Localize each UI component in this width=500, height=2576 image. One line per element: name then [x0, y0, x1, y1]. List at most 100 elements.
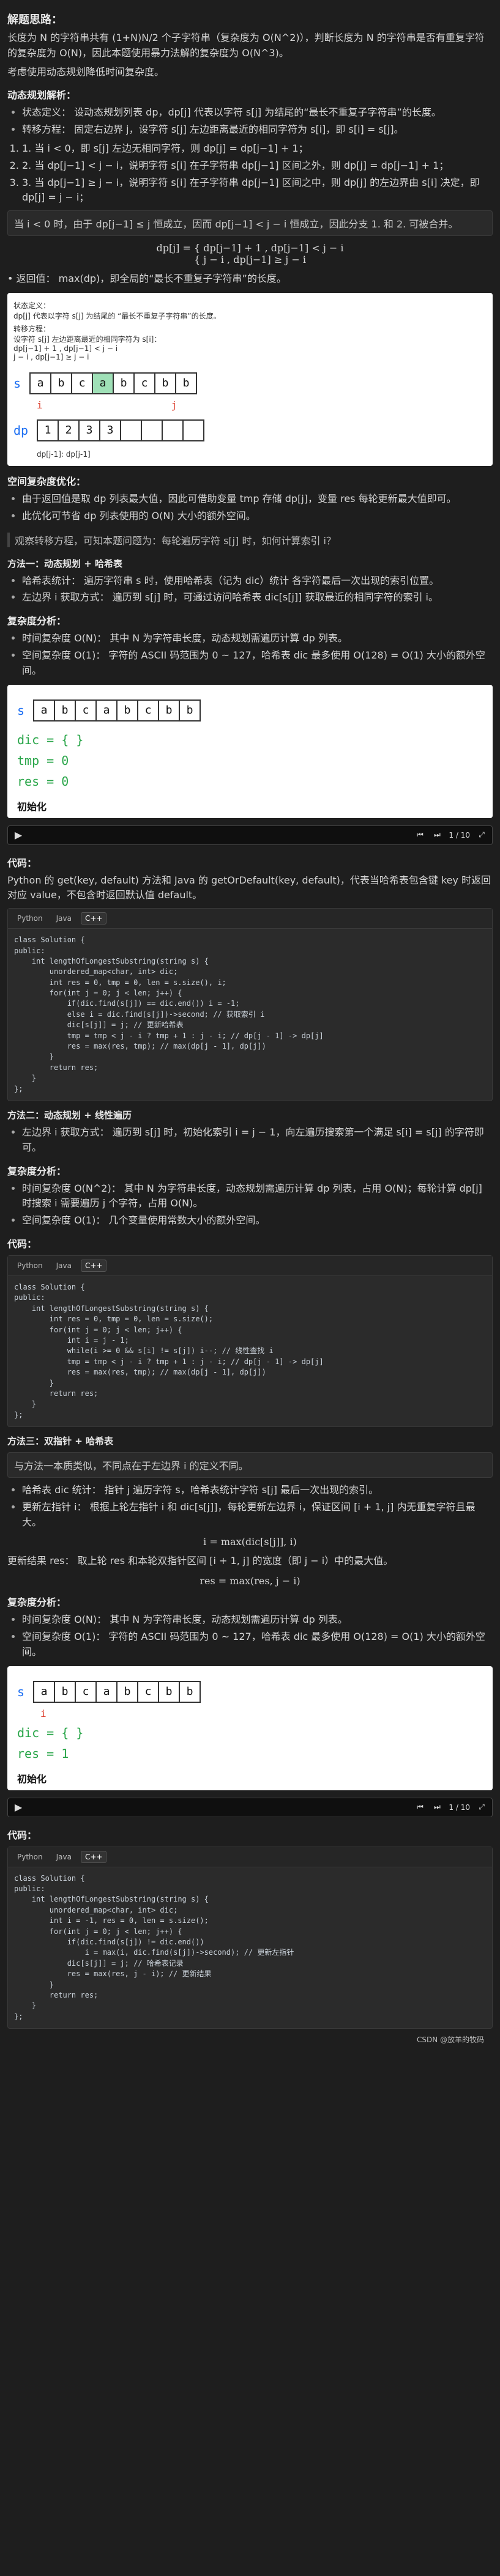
tab3-java[interactable]: Java: [52, 1851, 76, 1863]
m1-code-tabs: Python Java C++: [8, 909, 492, 929]
slide2-player: ▶ ⏮ ⏭ 1 / 10 ⤢: [7, 1797, 493, 1817]
tab-java[interactable]: Java: [52, 912, 76, 924]
m3-cpp-code: class Solution { public: int lengthOfLon…: [14, 1873, 294, 2021]
m1-code-desc: Python 的 get(key, default) 方法和 Java 的 ge…: [7, 874, 491, 901]
slide1-player: ▶ ⏮ ⏭ 1 / 10 ⤢: [7, 825, 493, 845]
slide1-char-7: b: [179, 699, 201, 722]
slide2-char-4: b: [116, 1680, 139, 1703]
fig-eq-bottom: j − i , dp[j−1] ≥ j − i: [13, 352, 89, 361]
dp-val-3: 3: [99, 419, 122, 441]
dp-case-3: 3. 当 dp[j−1] ≥ j − i，说明字符 s[i] 在子字符串 dp[…: [22, 175, 493, 206]
slide2-char-5: c: [137, 1680, 160, 1703]
play-icon[interactable]: ▶: [13, 829, 24, 841]
m1-complex-1: 时间复杂度 O(N)： 其中 N 为字符串长度，动态规划需遍历计算 dp 列表。: [22, 631, 493, 646]
fig-s-boxes: a b c a b c b b: [29, 372, 198, 394]
fullscreen2-icon[interactable]: ⤢: [476, 1802, 487, 1813]
s-char-4: b: [113, 372, 135, 394]
slide2-s-label: s: [17, 1684, 25, 1699]
slide2-char-1: b: [54, 1680, 76, 1703]
fig-dp-label: dp: [13, 423, 29, 438]
prev-icon[interactable]: ⏮: [414, 830, 425, 841]
play2-icon[interactable]: ▶: [13, 1801, 24, 1813]
return-text: • 返回值： max(dp)，即全局的“最长不重复子字符串”的长度。: [7, 273, 286, 285]
slide1-char-0: a: [33, 699, 56, 722]
dp-bullets: 状态定义： 设动态规划列表 dp，dp[j] 代表以字符 s[j] 为结尾的“最…: [22, 105, 493, 138]
slide-1: s a b c a b c b b dic = { } tmp = 0 res …: [7, 684, 493, 818]
slide1-char-2: c: [75, 699, 97, 722]
slide2-init: 初始化: [17, 1773, 47, 1785]
dp-val-4: [120, 419, 143, 441]
j-marker: j: [171, 399, 177, 411]
m1-bullets: 哈希表统计： 遍历字符串 s 时，使用哈希表（记为 dic）统计 各字符最后一次…: [22, 574, 493, 606]
dp-val-1: 2: [58, 419, 80, 441]
fig-trans: 转移方程：: [13, 324, 51, 333]
tab-python[interactable]: Python: [13, 912, 47, 924]
dp-figure: 状态定义： dp[j] 代表以字符 s[j] 为结尾的 “最长不重复子字符串”的…: [7, 292, 493, 466]
slide2-res: res = 1: [17, 1746, 69, 1761]
slide1-char-1: b: [54, 699, 76, 722]
dp-val-7: [182, 419, 205, 441]
m1-complex: 时间复杂度 O(N)： 其中 N 为字符串长度，动态规划需遍历计算 dp 列表。…: [22, 631, 493, 678]
tab-cpp[interactable]: C++: [80, 912, 107, 925]
main-heading: 解题思路：: [7, 13, 62, 26]
prev2-icon[interactable]: ⏮: [414, 1802, 425, 1813]
formula-line-1: dp[j] = { dp[j−1] + 1 , dp[j−1] < j − i: [156, 242, 344, 254]
slide-2: s a b c a b c b b i dic = { } res = 1 初始…: [7, 1666, 493, 1790]
slide1-char-6: b: [158, 699, 181, 722]
fullscreen-icon[interactable]: ⤢: [476, 830, 487, 841]
s-char-6: b: [154, 372, 177, 394]
tab3-python[interactable]: Python: [13, 1851, 47, 1863]
m3-bullet-2: 更新左指针 i： 根据上轮左指针 i 和 dic[s[j]]，每轮更新左边界 i…: [22, 1500, 493, 1530]
slide2-char-2: c: [75, 1680, 97, 1703]
next-icon[interactable]: ⏭: [431, 830, 442, 841]
intro-2: 考虑使用动态规划降低时间复杂度。: [7, 65, 165, 78]
m2-cpp-code: class Solution { public: int lengthOfLon…: [14, 1282, 324, 1419]
m3-complex-1: 时间复杂度 O(N)： 其中 N 为字符串长度，动态规划需遍历计算 dp 列表。: [22, 1612, 493, 1628]
m3-bullet-1: 哈希表 dic 统计： 指针 j 遍历字符 s，哈希表统计字符 s[j] 最后一…: [22, 1483, 493, 1498]
dp-bullet-1: 状态定义： 设动态规划列表 dp，dp[j] 代表以字符 s[j] 为结尾的“最…: [22, 105, 493, 120]
dp-case-2: 2. 当 dp[j−1] < j − i，说明字符 s[i] 在子字符串 dp[…: [22, 158, 493, 174]
slide2-char-7: b: [179, 1680, 201, 1703]
formula-block: dp[j] = { dp[j−1] + 1 , dp[j−1] < j − i …: [7, 242, 493, 265]
fig-bottom-label: dp[j-1]: dp[j-1]: [37, 449, 91, 459]
m3-bullets: 哈希表 dic 统计： 指针 j 遍历字符 s，哈希表统计字符 s[j] 最后一…: [22, 1483, 493, 1530]
slide1-init: 初始化: [17, 800, 47, 813]
slide2-dic: dic = { }: [17, 1725, 84, 1740]
formula-line-2: { j − i , dp[j−1] ≥ j − i: [194, 254, 306, 266]
m3-title: 方法三：双指针 + 哈希表: [7, 1436, 114, 1447]
m1-bullet-1: 哈希表统计： 遍历字符串 s 时，使用哈希表（记为 dic）统计 各字符最后一次…: [22, 574, 493, 589]
observe-text: 观察转移方程，可知本题问题为：每轮遍历字符 s[j] 时，如何计算索引 i？: [7, 532, 336, 547]
slide1-tmp: tmp = 0: [17, 753, 69, 768]
dp-case-1: 1. 当 i < 0，即 s[j] 左边无相同字符，则 dp[j] = dp[j…: [22, 141, 493, 157]
slide2-char-0: a: [33, 1680, 56, 1703]
m2-bullet-1: 左边界 i 获取方式： 遍历到 s[j] 时，初始化索引 i = j − 1，向…: [22, 1125, 493, 1156]
tab3-cpp[interactable]: C++: [80, 1850, 107, 1863]
s-char-3: a: [92, 372, 114, 394]
tab2-java[interactable]: Java: [52, 1260, 76, 1272]
fig-line: dp[j] 代表以字符 s[j] 为结尾的 “最长不重复子字符串”的长度。: [13, 311, 221, 320]
m3-complex-2: 空间复杂度 O(1)： 字符的 ASCII 码范围为 0 ~ 127，哈希表 d…: [22, 1629, 493, 1660]
m2-code-card: Python Java C++ class Solution { public:…: [7, 1255, 493, 1428]
callout-merge: 当 i < 0 时，由于 dp[j−1] ≤ j 恒成立，因而 dp[j−1] …: [7, 210, 493, 237]
slide2-boxes: a b c a b c b b: [33, 1680, 201, 1703]
m2-title: 方法二：动态规划 + 线性遍历: [7, 1110, 132, 1121]
dp-cases: 1. 当 i < 0，即 s[j] 左边无相同字符，则 dp[j] = dp[j…: [22, 141, 493, 205]
next2-icon[interactable]: ⏭: [431, 1802, 442, 1813]
m1-complex-2: 空间复杂度 O(1)： 字符的 ASCII 码范围为 0 ~ 127，哈希表 d…: [22, 648, 493, 679]
slide1-progress: 1 / 10: [449, 830, 470, 840]
s-char-7: b: [175, 372, 198, 394]
dp-val-2: 3: [78, 419, 101, 441]
slide2-progress: 1 / 10: [449, 1803, 470, 1812]
page-root: 解题思路： 长度为 N 的字符串共有 (1+N)N/2 个子字符串（复杂度为 O…: [0, 0, 500, 2065]
fig-dp-boxes: 1 2 3 3: [37, 419, 205, 441]
dp-val-0: 1: [37, 419, 59, 441]
i-marker: i: [37, 399, 43, 411]
tab2-python[interactable]: Python: [13, 1260, 47, 1272]
tab2-cpp[interactable]: C++: [80, 1259, 107, 1272]
m3-complex-title: 复杂度分析：: [7, 1596, 67, 1609]
m2-complex-1: 时间复杂度 O(N^2)： 其中 N 为字符串长度，动态规划需遍历计算 dp 列…: [22, 1181, 493, 1212]
m2-code-label: 代码：: [7, 1238, 37, 1250]
m1-cpp-code: class Solution { public: int lengthOfLon…: [14, 936, 324, 1093]
slide1-char-3: a: [95, 699, 118, 722]
csdn-watermark: CSDN @放羊的牧码: [416, 2035, 484, 2045]
